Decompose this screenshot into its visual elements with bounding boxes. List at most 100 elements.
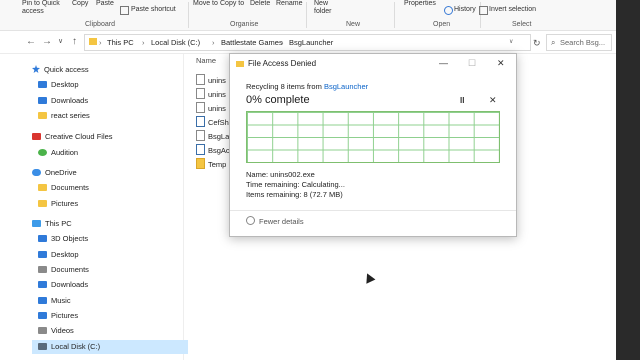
download-icon	[38, 281, 47, 288]
nav-item-audition[interactable]: Audition	[38, 146, 78, 160]
invert-selection-button[interactable]: Invert selection	[489, 6, 536, 14]
creative-cloud-icon	[32, 133, 41, 140]
progress-graph	[246, 111, 500, 163]
nav-item-react-series[interactable]: react series	[38, 109, 90, 123]
star-icon	[32, 65, 40, 73]
search-box[interactable]: ⌕ Search Bsg...	[546, 34, 612, 51]
sync-check-icon	[38, 149, 47, 156]
refresh-icon[interactable]: ↻	[533, 37, 541, 49]
breadcrumb-this-pc[interactable]: This PC	[107, 38, 134, 47]
nav-item-3d-objects[interactable]: 3D Objects	[38, 232, 88, 246]
folder-icon	[38, 112, 47, 119]
address-row: ← → ∨ ↑ › This PC › Local Disk (C:) › Ba…	[0, 31, 616, 54]
back-arrow-icon[interactable]: ←	[26, 36, 36, 48]
copy-button[interactable]: Copy	[72, 0, 88, 8]
ribbon-separator	[188, 2, 189, 28]
forward-arrow-icon[interactable]: →	[42, 36, 52, 48]
nav-item-pc-downloads[interactable]: Downloads	[38, 278, 88, 292]
nav-onedrive[interactable]: OneDrive	[32, 166, 77, 180]
paste-button[interactable]: Paste	[96, 0, 114, 8]
breadcrumb-local-disk[interactable]: Local Disk (C:)	[151, 38, 200, 47]
properties-button[interactable]: Properties	[404, 0, 436, 8]
folder-icon	[38, 200, 47, 207]
navigation-pane: Quick access Desktop Downloads react ser…	[0, 54, 188, 360]
address-bar[interactable]: › This PC › Local Disk (C:) › Battlestat…	[84, 34, 531, 51]
address-dropdown-icon[interactable]: ∨	[509, 38, 513, 45]
desktop-icon	[38, 251, 47, 258]
pause-icon[interactable]: II	[460, 96, 464, 105]
history-button[interactable]: History	[454, 6, 476, 14]
fewer-details-button[interactable]: Fewer details	[246, 216, 304, 226]
group-clipboard: Clipboard	[85, 21, 115, 28]
percent-complete: 0% complete	[246, 94, 310, 106]
file-row[interactable]: unins	[196, 74, 226, 86]
close-window-icon[interactable]: ✕	[497, 57, 505, 69]
nav-item-downloads[interactable]: Downloads	[38, 94, 88, 108]
exe-icon	[196, 144, 205, 155]
recycling-text: Recycling 8 items from BsgLauncher	[246, 82, 369, 91]
desktop-icon	[38, 81, 47, 88]
move-to-button[interactable]: Move to	[193, 0, 218, 8]
nav-item-music[interactable]: Music	[38, 294, 71, 308]
file-access-dialog: File Access Denied — ☐ ✕ Recycling 8 ite…	[229, 53, 517, 237]
recent-locations-chevron-icon[interactable]: ∨	[58, 36, 63, 48]
file-row[interactable]: CefSh	[196, 116, 229, 128]
file-icon	[196, 88, 205, 99]
ribbon: Pin to Quick access Copy Paste Paste sho…	[0, 0, 616, 31]
nav-item-documents[interactable]: Documents	[38, 181, 89, 195]
cancel-operation-icon[interactable]: ✕	[489, 95, 497, 106]
column-header-name[interactable]: Name	[196, 56, 216, 65]
new-folder-button[interactable]: New folder	[314, 0, 342, 16]
file-row[interactable]: Temp	[196, 158, 226, 170]
file-row[interactable]: BsgLa	[196, 130, 229, 142]
folder-icon	[236, 61, 244, 67]
up-arrow-icon[interactable]: ↑	[72, 36, 77, 48]
minimize-icon[interactable]: —	[439, 57, 448, 69]
drive-icon	[38, 343, 47, 350]
file-icon	[196, 74, 205, 85]
background-edge	[616, 0, 640, 360]
document-icon	[38, 266, 47, 273]
group-organise: Organise	[230, 21, 259, 28]
nav-item-pictures[interactable]: Pictures	[38, 197, 78, 211]
delete-button[interactable]: Delete	[250, 0, 270, 8]
file-row[interactable]: BsgAc	[196, 144, 230, 156]
exe-icon	[196, 116, 205, 127]
picture-icon	[38, 312, 47, 319]
nav-creative-cloud[interactable]: Creative Cloud Files	[32, 130, 113, 144]
paste-shortcut-button[interactable]: Paste shortcut	[131, 6, 176, 14]
file-icon	[196, 102, 205, 113]
group-new: New	[346, 21, 361, 28]
history-icon	[444, 6, 453, 15]
folder-icon	[89, 38, 97, 45]
dialog-title: File Access Denied	[248, 59, 317, 68]
pin-quick-access-button[interactable]: Pin to Quick access	[22, 0, 68, 16]
breadcrumb-bsglauncher[interactable]: BsgLauncher	[289, 38, 333, 47]
divider	[230, 210, 516, 211]
location-link[interactable]: BsgLauncher	[324, 82, 368, 91]
video-icon	[38, 327, 47, 334]
invert-selection-icon	[479, 6, 488, 15]
ribbon-separator	[394, 2, 395, 28]
rename-button[interactable]: Rename	[276, 0, 302, 8]
file-row[interactable]: unins	[196, 102, 226, 114]
folder-icon	[196, 158, 205, 169]
breadcrumb-battlestate-games[interactable]: Battlestate Games	[221, 38, 283, 47]
nav-item-pc-desktop[interactable]: Desktop	[38, 248, 79, 262]
group-open: Open	[433, 21, 451, 28]
download-icon	[38, 97, 47, 104]
nav-this-pc[interactable]: This PC	[32, 217, 72, 231]
nav-item-local-disk[interactable]: Local Disk (C:)	[32, 340, 188, 354]
nav-item-desktop[interactable]: Desktop	[38, 78, 79, 92]
music-icon	[38, 297, 47, 304]
group-select: Select	[512, 21, 532, 28]
cube-icon	[38, 235, 47, 242]
items-remaining-line: Items remaining: 8 (72.7 MB)	[246, 190, 343, 199]
cloud-icon	[32, 169, 41, 176]
nav-item-pc-documents[interactable]: Documents	[38, 263, 89, 277]
copy-to-button[interactable]: Copy to	[220, 0, 244, 8]
nav-item-videos[interactable]: Videos	[38, 324, 74, 338]
nav-quick-access[interactable]: Quick access	[32, 63, 89, 77]
nav-item-pc-pictures[interactable]: Pictures	[38, 309, 78, 323]
file-row[interactable]: unins	[196, 88, 226, 100]
